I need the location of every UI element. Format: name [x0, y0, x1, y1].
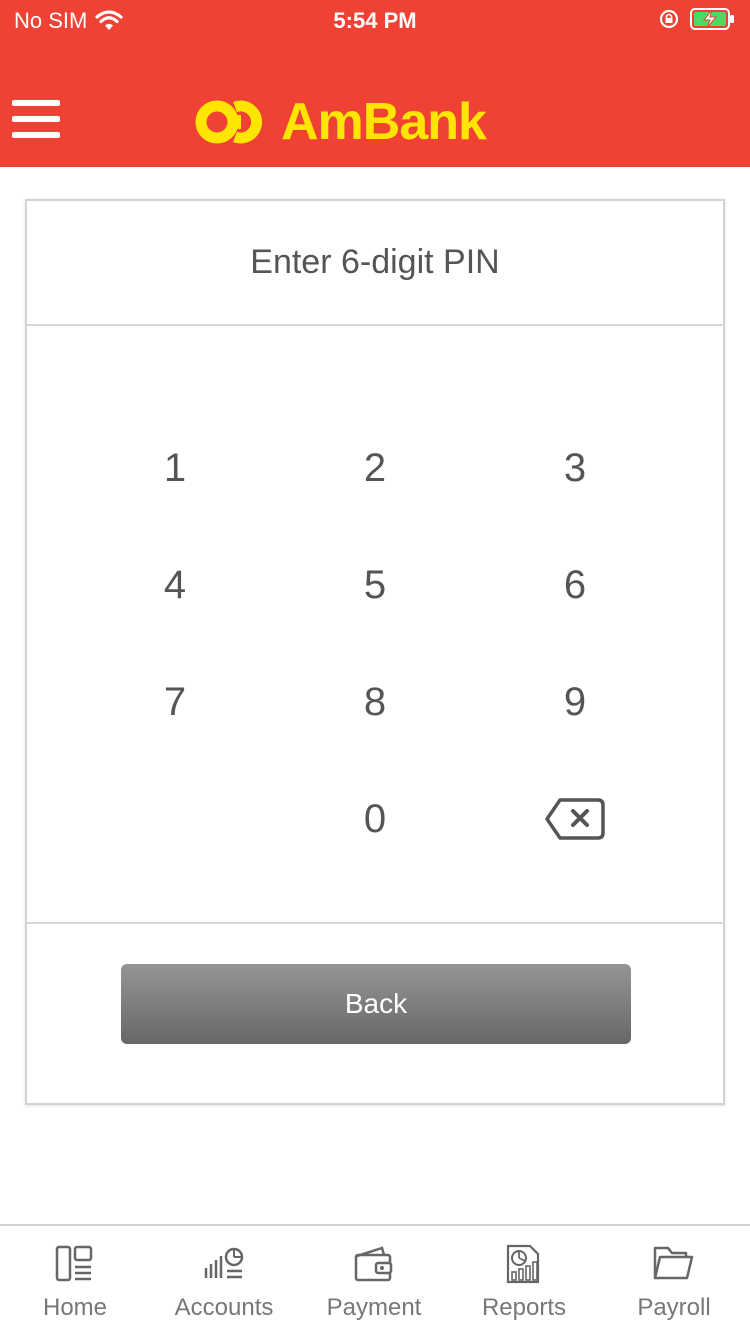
tab-reports-label: Reports — [481, 1294, 567, 1321]
hamburger-line — [12, 132, 60, 138]
hamburger-line — [12, 116, 60, 122]
status-time: 5:54 PM — [333, 8, 417, 33]
hamburger-menu-icon — [12, 100, 60, 106]
battery-charging-icon — [690, 8, 734, 30]
bottom-tab-bar: Home Accounts Payment Reports Payroll — [0, 1224, 750, 1334]
tab-reports[interactable]: Reports — [449, 1244, 599, 1334]
key-5[interactable]: 5 — [275, 535, 475, 635]
pin-entry-card: Enter 6-digit PIN 1 2 3 4 5 6 7 8 9 0 Ba… — [25, 199, 725, 1105]
key-4[interactable]: 4 — [75, 535, 275, 635]
backspace-icon — [545, 798, 605, 840]
tab-payroll-label: Payroll — [637, 1294, 711, 1321]
brand-name: AmBank — [281, 93, 487, 151]
ambank-logo-icon — [195, 100, 262, 144]
brand-logo: AmBank — [195, 92, 487, 152]
key-6[interactable]: 6 — [475, 535, 675, 635]
accounts-icon — [204, 1247, 244, 1279]
key-2[interactable]: 2 — [275, 418, 475, 518]
key-8[interactable]: 8 — [275, 652, 475, 752]
tab-payment[interactable]: Payment — [299, 1244, 449, 1334]
tab-accounts-label: Accounts — [174, 1294, 274, 1321]
status-bar: No SIM 5:54 PM — [0, 0, 750, 40]
tab-payment-label: Payment — [326, 1294, 422, 1321]
wallet-icon — [354, 1246, 393, 1282]
card-divider — [27, 922, 723, 924]
status-icons — [658, 7, 736, 31]
tab-accounts[interactable]: Accounts — [149, 1244, 299, 1334]
pin-prompt-title: Enter 6-digit PIN — [27, 201, 723, 326]
tab-home[interactable]: Home — [0, 1244, 150, 1334]
menu-button[interactable] — [12, 100, 60, 142]
back-button[interactable]: Back — [121, 964, 631, 1044]
delete-key[interactable] — [475, 769, 675, 869]
key-3[interactable]: 3 — [475, 418, 675, 518]
folder-icon — [653, 1246, 694, 1280]
key-9[interactable]: 9 — [475, 652, 675, 752]
reports-icon — [506, 1244, 540, 1284]
key-1[interactable]: 1 — [75, 418, 275, 518]
home-icon — [55, 1245, 93, 1282]
tab-payroll[interactable]: Payroll — [599, 1244, 749, 1334]
app-header: No SIM 5:54 PM AmBank — [0, 0, 750, 167]
key-0[interactable]: 0 — [275, 769, 475, 869]
rotation-lock-icon — [659, 9, 679, 29]
tab-home-label: Home — [42, 1294, 108, 1321]
key-7[interactable]: 7 — [75, 652, 275, 752]
